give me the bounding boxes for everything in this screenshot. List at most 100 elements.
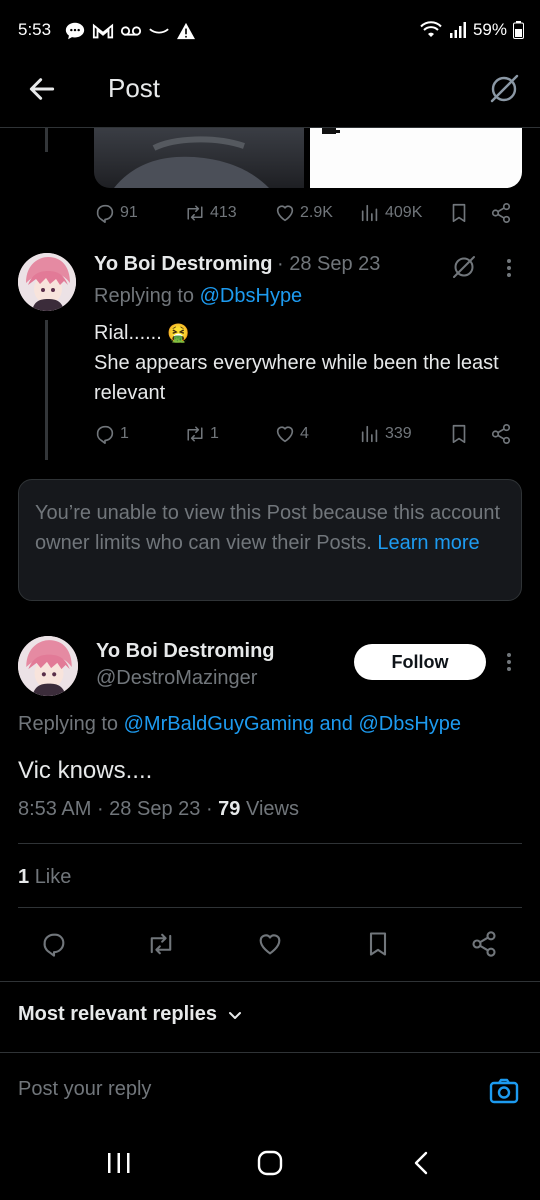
thread-line bbox=[45, 128, 48, 152]
chevron-down-icon bbox=[228, 1011, 241, 1019]
bookmark-icon bbox=[452, 203, 466, 223]
reply-action[interactable]: 1 bbox=[94, 423, 129, 445]
like-action[interactable]: 2.9K bbox=[274, 202, 333, 224]
replying-prefix: Replying to bbox=[18, 713, 124, 735]
wifi-icon bbox=[420, 21, 442, 37]
views-icon bbox=[361, 425, 378, 443]
divider bbox=[0, 1052, 540, 1053]
heart-icon bbox=[259, 934, 281, 955]
post-text-line2: She appears everywhere while been the le… bbox=[94, 352, 499, 404]
replying-to: Replying to @DbsHype bbox=[94, 285, 302, 308]
home-button[interactable] bbox=[256, 1150, 284, 1176]
main-post-more-button[interactable] bbox=[498, 650, 520, 674]
follow-button[interactable]: Follow bbox=[354, 644, 486, 680]
like-action[interactable]: 4 bbox=[274, 423, 309, 445]
like-count: 4 bbox=[300, 425, 309, 442]
repost-icon bbox=[150, 933, 172, 955]
battery-percent: 59% bbox=[472, 20, 507, 39]
like-button[interactable] bbox=[256, 930, 284, 958]
reply-header: Yo Boi Destroming · 28 Sep 23 bbox=[94, 253, 380, 276]
views-action[interactable]: 339 bbox=[359, 423, 412, 445]
post-date: · 28 Sep 23 bbox=[276, 253, 381, 275]
voicemail-icon bbox=[120, 26, 142, 36]
share-icon bbox=[491, 424, 511, 444]
divider bbox=[18, 907, 522, 908]
system-back-button[interactable] bbox=[410, 1150, 434, 1176]
reply-actions: 1 1 4 339 bbox=[0, 421, 540, 449]
share-action[interactable] bbox=[490, 202, 512, 224]
grok-icon bbox=[490, 74, 519, 103]
views-count: 79 bbox=[218, 798, 241, 820]
chat-bubble-icon bbox=[65, 22, 85, 40]
nauseated-emoji: 🤮 bbox=[167, 323, 190, 343]
status-right: 59% bbox=[419, 20, 524, 40]
camera-button[interactable] bbox=[488, 1075, 520, 1107]
share-action[interactable] bbox=[490, 423, 512, 445]
status-time: 5:53 bbox=[18, 20, 52, 39]
mention-link[interactable]: @DbsHype bbox=[200, 285, 303, 307]
views-label: Views bbox=[245, 798, 299, 820]
grok-explain-button[interactable] bbox=[450, 253, 478, 281]
share-icon bbox=[491, 203, 511, 223]
repost-action[interactable]: 1 bbox=[184, 423, 219, 445]
reply-action[interactable]: 91 bbox=[94, 202, 138, 224]
share-icon bbox=[472, 931, 496, 957]
repost-button[interactable] bbox=[146, 930, 176, 958]
reply-button[interactable] bbox=[40, 930, 68, 958]
post-date: 28 Sep 23 bbox=[109, 798, 201, 820]
repost-count: 413 bbox=[210, 204, 237, 221]
main-post-actions bbox=[0, 928, 540, 962]
reply-input[interactable]: Post your reply bbox=[18, 1078, 151, 1101]
views-action[interactable]: 409K bbox=[359, 202, 422, 224]
reply-count: 91 bbox=[120, 204, 138, 221]
heart-icon bbox=[276, 205, 294, 222]
recent-apps-icon bbox=[108, 1153, 130, 1173]
divider bbox=[18, 843, 522, 844]
replies-sort-dropdown[interactable]: Most relevant replies bbox=[18, 1003, 243, 1026]
share-button[interactable] bbox=[470, 930, 498, 958]
main-post-handle[interactable]: @DestroMazinger bbox=[96, 667, 257, 690]
more-vertical-icon bbox=[507, 653, 511, 671]
post-image-left[interactable] bbox=[94, 128, 304, 188]
reply-icon bbox=[96, 204, 114, 223]
views-icon bbox=[361, 204, 378, 222]
grok-button[interactable] bbox=[486, 71, 522, 107]
recent-apps-button[interactable] bbox=[106, 1151, 132, 1175]
bookmark-action[interactable] bbox=[448, 423, 470, 445]
heart-icon bbox=[276, 426, 294, 443]
repost-icon bbox=[187, 426, 203, 442]
status-notification-icons bbox=[64, 20, 196, 42]
mention-link-2[interactable]: @DbsHype bbox=[358, 713, 461, 735]
main-post-avatar[interactable] bbox=[18, 636, 78, 696]
main-post-text: Vic knows.... bbox=[18, 757, 153, 784]
chevron-left-icon bbox=[414, 1151, 428, 1175]
likes-label: Like bbox=[34, 866, 72, 888]
display-name[interactable]: Yo Boi Destroming bbox=[94, 253, 273, 275]
home-icon bbox=[257, 1150, 283, 1176]
back-button[interactable] bbox=[26, 73, 58, 105]
reply-icon bbox=[43, 933, 65, 957]
like-count: 2.9K bbox=[300, 204, 333, 221]
bookmark-button[interactable] bbox=[364, 930, 392, 958]
main-post-replying-to: Replying to @MrBaldGuyGaming and @DbsHyp… bbox=[18, 713, 461, 736]
reply-icon bbox=[96, 425, 114, 444]
parent-post-actions: 91 413 2.9K 409K bbox=[0, 200, 540, 228]
bookmark-action[interactable] bbox=[448, 202, 470, 224]
main-post-display-name[interactable]: Yo Boi Destroming bbox=[96, 640, 275, 663]
post-image-right[interactable] bbox=[310, 128, 522, 188]
views-count: 339 bbox=[385, 425, 412, 442]
mention-link-1[interactable]: @MrBaldGuyGaming bbox=[124, 713, 314, 735]
warning-icon bbox=[177, 22, 195, 40]
divider bbox=[0, 981, 540, 982]
replying-and: and bbox=[314, 713, 359, 735]
learn-more-link[interactable]: Learn more bbox=[377, 532, 479, 554]
repost-action[interactable]: 413 bbox=[184, 202, 237, 224]
likes-summary[interactable]: 1 Like bbox=[18, 866, 71, 889]
post-time: 8:53 AM bbox=[18, 798, 92, 820]
battery-icon bbox=[513, 21, 524, 39]
more-options-button[interactable] bbox=[498, 256, 520, 280]
repost-icon bbox=[187, 205, 203, 221]
reply-count: 1 bbox=[120, 425, 129, 442]
avatar[interactable] bbox=[18, 253, 76, 311]
page-title: Post bbox=[108, 73, 161, 103]
